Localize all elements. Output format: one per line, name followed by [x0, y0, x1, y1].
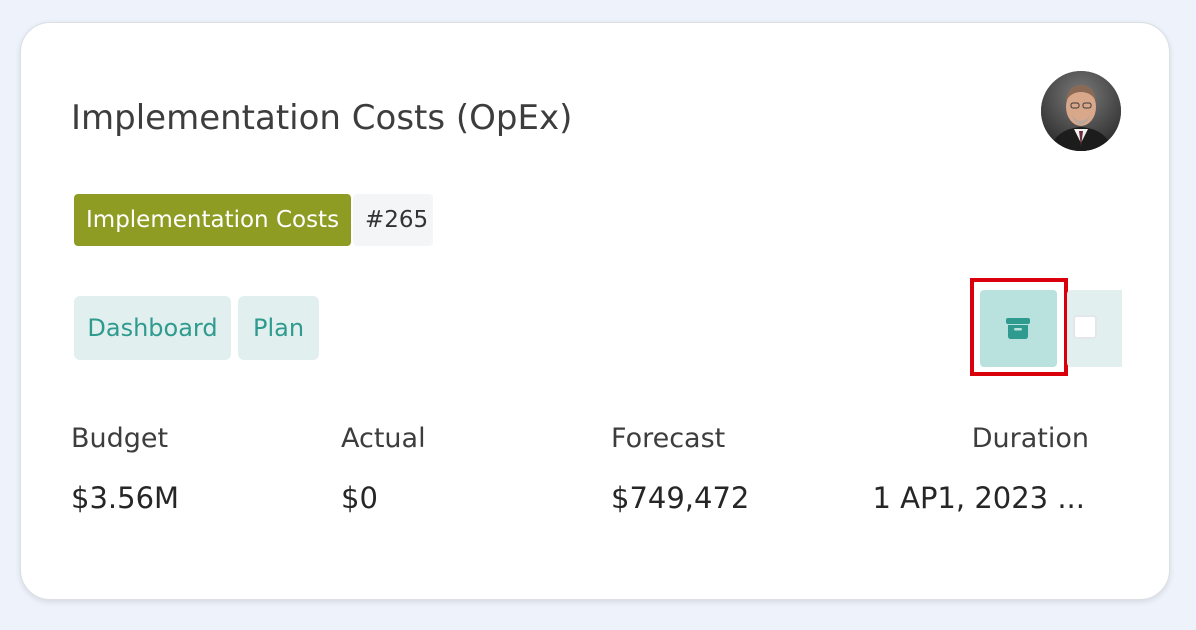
avatar-image — [1041, 71, 1121, 151]
select-checkbox[interactable] — [1073, 315, 1097, 339]
archive-button[interactable] — [980, 290, 1057, 367]
budget-label: Budget — [71, 423, 169, 454]
dashboard-button[interactable]: Dashboard — [74, 296, 231, 360]
forecast-label: Forecast — [611, 423, 726, 454]
duration-label: Duration — [971, 423, 1089, 454]
actual-label: Actual — [341, 423, 426, 454]
project-card: Implementation Costs (OpEx) Implementati… — [20, 22, 1170, 600]
card-title: Implementation Costs (OpEx) — [71, 98, 573, 138]
plan-button[interactable]: Plan — [238, 296, 319, 360]
id-tag: #265 — [353, 194, 433, 246]
avatar[interactable] — [1041, 71, 1121, 151]
category-tag: Implementation Costs — [74, 194, 352, 246]
duration-value: 1 AP1, 2023 ... — [872, 481, 1085, 515]
forecast-value: $749,472 — [611, 481, 750, 515]
actual-value: $0 — [341, 481, 378, 515]
archive-icon — [1006, 318, 1030, 339]
budget-value: $3.56M — [71, 481, 180, 515]
